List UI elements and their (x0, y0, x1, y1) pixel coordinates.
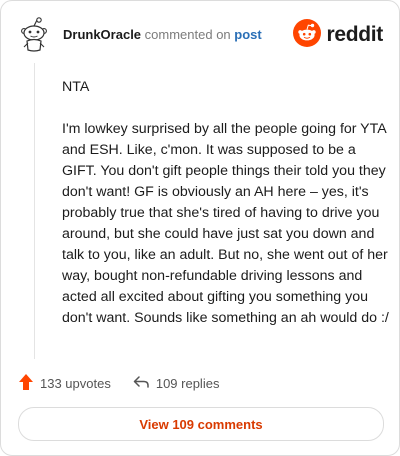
post-link[interactable]: post (234, 27, 261, 42)
username-link[interactable]: DrunkOracle (63, 27, 141, 42)
snoo-avatar-icon[interactable] (19, 17, 49, 53)
view-comments-button[interactable]: View 109 comments (18, 407, 384, 441)
reply-count: 109 replies (155, 375, 220, 391)
commented-on-text: commented on (144, 27, 231, 42)
comment-header: DrunkOracle commented on post reddit (19, 17, 383, 57)
upvote-button[interactable]: 133 upvotes (19, 373, 111, 393)
comment-actions: 133 upvotes 109 replies (19, 373, 219, 393)
reply-button[interactable]: 109 replies (133, 375, 220, 392)
reddit-wordmark: reddit (326, 23, 383, 46)
comment-card: DrunkOracle commented on post reddit NTA… (0, 0, 400, 456)
reply-arrow-icon (133, 375, 156, 392)
comment-body: NTA I'm lowkey surprised by all the peop… (62, 77, 392, 350)
reddit-logo[interactable]: reddit (293, 18, 383, 52)
comment-paragraph: I'm lowkey surprised by all the people g… (62, 121, 389, 326)
thread-line (34, 63, 35, 359)
upvote-count: 133 upvotes (40, 375, 111, 391)
comment-paragraph: NTA (62, 79, 90, 95)
upvote-arrow-icon (19, 373, 40, 393)
reddit-logo-icon (293, 18, 322, 52)
byline: DrunkOracle commented on post (63, 26, 262, 44)
